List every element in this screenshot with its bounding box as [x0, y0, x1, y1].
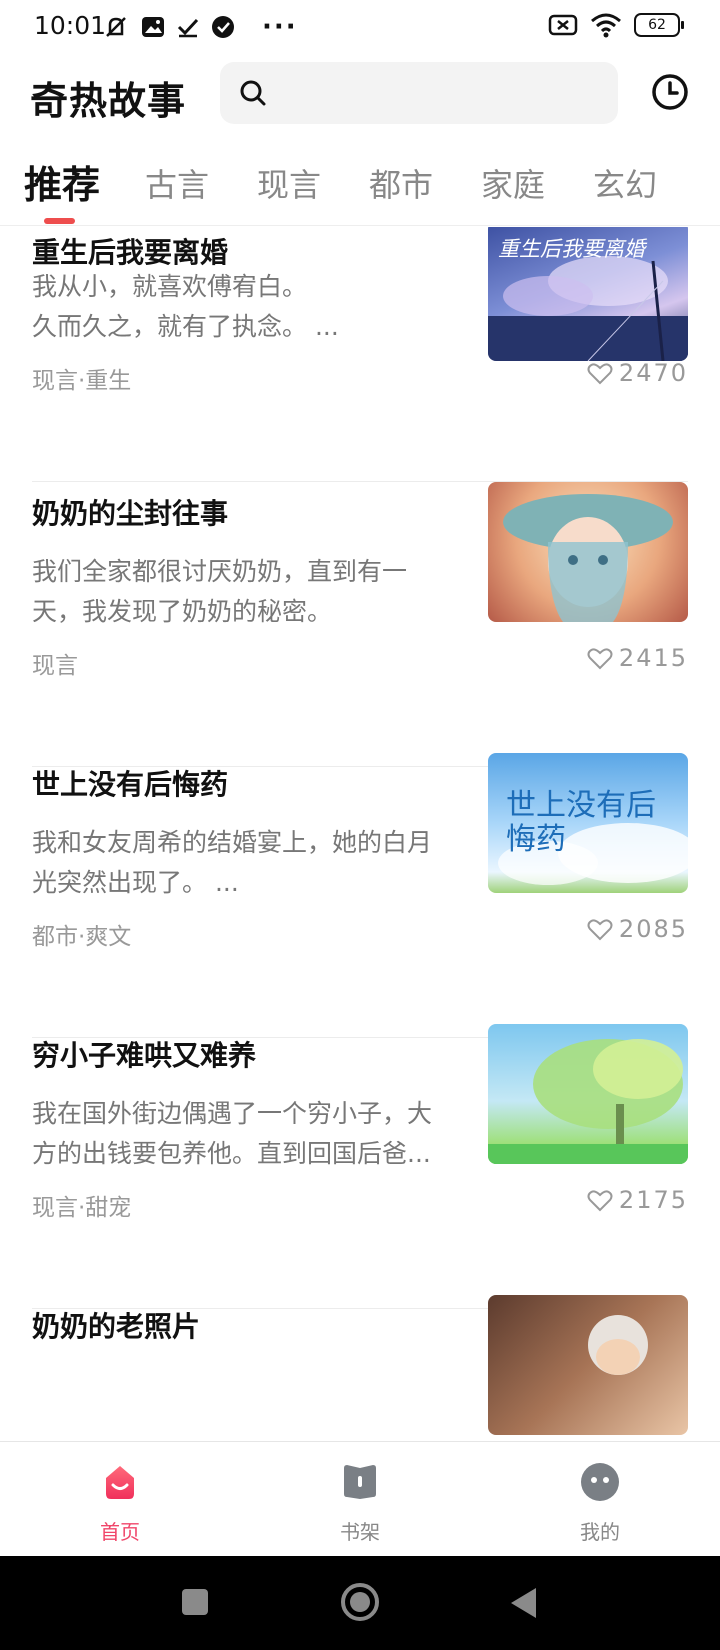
tab-recommend[interactable]: 推荐	[24, 154, 100, 209]
recents-icon[interactable]	[181, 1588, 209, 1616]
story-title: 穷小子难哄又难养	[32, 1039, 257, 1072]
story-tag: 现言	[32, 653, 78, 679]
cover-art	[503, 494, 673, 622]
back-icon[interactable]	[508, 1586, 538, 1620]
home-icon	[106, 1466, 134, 1499]
tab-fantasy[interactable]: 玄幻	[593, 160, 657, 206]
sim-x-icon	[548, 14, 578, 36]
story-title: 奶奶的老照片	[32, 1310, 201, 1343]
profile-icon	[581, 1463, 619, 1501]
bookshelf-icon	[344, 1465, 376, 1499]
heart-icon	[587, 919, 613, 941]
history-icon[interactable]	[650, 72, 690, 112]
nav-home[interactable]: 首页	[60, 1462, 180, 1545]
story-title: 世上没有后悔药	[32, 768, 229, 801]
status-bar: 10:01 ··· 62	[0, 0, 720, 54]
likes-count: 2470	[618, 359, 688, 387]
heart-icon	[587, 648, 613, 670]
search-input[interactable]	[220, 62, 618, 124]
nav-label: 我的	[580, 1520, 620, 1544]
home-button-icon[interactable]	[340, 1582, 380, 1622]
story-tag: 现言·重生	[32, 368, 132, 394]
tab-family[interactable]: 家庭	[481, 160, 545, 206]
likes-count: 2175	[618, 1186, 688, 1214]
wifi-icon	[591, 13, 621, 38]
story-card[interactable]: 世上没有后悔药 我和女友周希的结婚宴上，她的白月光突然出现了。 ... 都市·爽…	[32, 753, 688, 1038]
story-card[interactable]: 奶奶的老照片	[32, 1295, 688, 1441]
mute-icon	[106, 17, 126, 37]
heart-icon	[587, 363, 613, 385]
story-tag: 现言·甜宠	[32, 1195, 132, 1221]
category-tabs: 推荐 古言 现言 都市 家庭 玄幻	[0, 150, 720, 226]
story-likes[interactable]: 2415	[587, 644, 688, 672]
tab-indicator	[44, 218, 75, 224]
story-desc: 我在国外街边偶遇了一个穷小子，大方的出钱要包养他。直到回国后爸...	[32, 1099, 433, 1168]
story-desc: 我和女友周希的结婚宴上，她的白月光突然出现了。 ...	[32, 828, 433, 897]
story-cover-image[interactable]: 世上没有后悔药	[488, 753, 688, 893]
cover-title: 世上没有后悔药	[506, 788, 656, 857]
story-cover-image[interactable]	[488, 1295, 688, 1435]
battery-icon: 62	[634, 13, 684, 37]
verified-icon	[212, 16, 234, 38]
nav-label: 首页	[100, 1520, 140, 1544]
battery-level: 62	[648, 17, 666, 33]
bottom-navigation: 首页 书架 我的	[0, 1441, 720, 1556]
nav-label: 书架	[340, 1520, 380, 1544]
story-desc: 我从小，就喜欢傅宥白。 久而久之，就有了执念。 ...	[32, 272, 339, 341]
nav-bookshelf[interactable]: 书架	[300, 1462, 420, 1545]
check-icon	[177, 18, 199, 38]
likes-count: 2085	[618, 915, 688, 943]
cover-title: 重生后我要离婚	[498, 237, 645, 261]
story-likes[interactable]: 2470	[587, 359, 688, 387]
cover-art	[588, 1315, 648, 1375]
likes-count: 2415	[618, 644, 688, 672]
image-icon	[142, 17, 164, 37]
story-card[interactable]: 重生后我要离婚 我从小，就喜欢傅宥白。 久而久之，就有了执念。 ... 现言·重…	[32, 227, 688, 482]
app-header: 奇热故事	[0, 62, 720, 126]
status-more-dots: ···	[262, 12, 298, 42]
story-feed[interactable]: 重生后我要离婚 我从小，就喜欢傅宥白。 久而久之，就有了执念。 ... 现言·重…	[0, 227, 720, 1441]
story-desc: 我们全家都很讨厌奶奶，直到有一天，我发现了奶奶的秘密。	[32, 557, 408, 626]
cover-art	[488, 1039, 688, 1164]
search-icon	[240, 80, 266, 106]
status-time: 10:01	[34, 11, 107, 40]
story-card[interactable]: 奶奶的尘封往事 我们全家都很讨厌奶奶，直到有一天，我发现了奶奶的秘密。 现言 2…	[32, 482, 688, 767]
system-navigation-bar	[0, 1556, 720, 1650]
app-title: 奇热故事	[30, 79, 187, 123]
story-cover-image[interactable]: 重生后我要离婚	[488, 227, 688, 361]
story-likes[interactable]: 2175	[587, 1186, 688, 1214]
story-tag: 都市·爽文	[32, 924, 132, 950]
story-cover-image[interactable]	[488, 1024, 688, 1164]
story-cover-image[interactable]	[488, 482, 688, 622]
story-title: 重生后我要离婚	[32, 236, 229, 269]
tab-ancient[interactable]: 古言	[145, 160, 209, 206]
nav-profile[interactable]: 我的	[540, 1462, 660, 1545]
story-likes[interactable]: 2085	[587, 915, 688, 943]
tab-urban[interactable]: 都市	[369, 160, 433, 206]
heart-icon	[587, 1190, 613, 1212]
story-title: 奶奶的尘封往事	[32, 497, 229, 530]
tab-modern[interactable]: 现言	[257, 160, 321, 206]
story-card[interactable]: 穷小子难哄又难养 我在国外街边偶遇了一个穷小子，大方的出钱要包养他。直到回国后爸…	[32, 1024, 688, 1309]
